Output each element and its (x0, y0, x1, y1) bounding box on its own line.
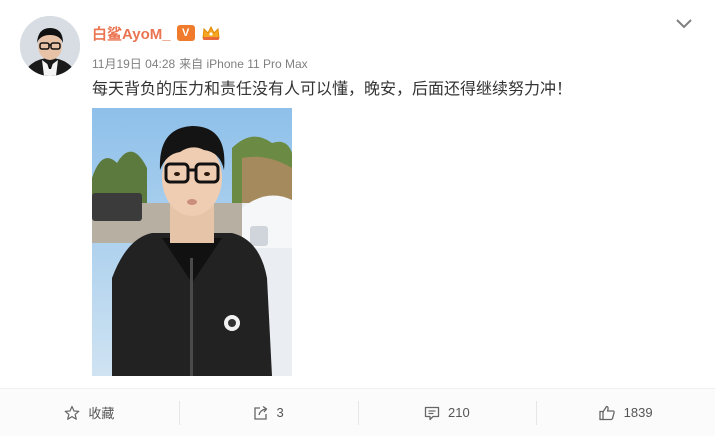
crown-icon[interactable] (201, 25, 221, 41)
share-icon (253, 405, 269, 421)
favorite-button[interactable]: 收藏 (0, 389, 179, 436)
repost-count: 3 (276, 405, 284, 420)
like-button[interactable]: 1839 (536, 389, 715, 436)
comment-icon (424, 405, 440, 421)
post-image[interactable] (92, 108, 292, 376)
vip-badge-icon[interactable]: V (176, 25, 195, 41)
repost-button[interactable]: 3 (178, 389, 358, 436)
like-count: 1839 (623, 405, 653, 420)
weibo-post-card: 白鲨AyoM_ V 11月19日 04:28 来自 iPhone 11 Pro … (0, 0, 715, 436)
avatar[interactable] (20, 16, 80, 76)
favorite-label: 收藏 (88, 406, 115, 421)
comment-button[interactable]: 210 (357, 389, 537, 436)
user-row: 白鲨AyoM_ V (92, 22, 221, 44)
post-source: 来自 iPhone 11 Pro Max (179, 57, 308, 71)
thumbs-up-icon (599, 405, 616, 421)
chevron-down-icon[interactable] (674, 16, 694, 32)
star-icon (64, 405, 80, 421)
username-link[interactable]: 白鲨AyoM_ (92, 23, 171, 44)
post-timestamp[interactable]: 11月19日 04:28 (92, 55, 175, 72)
post-meta: 11月19日 04:28 来自 iPhone 11 Pro Max (92, 55, 308, 72)
action-bar: 收藏 3 210 1839 (0, 388, 715, 436)
comment-count: 210 (448, 405, 470, 420)
post-text: 每天背负的压力和责任没有人可以懂，晚安，后面还得继续努力冲！ (92, 79, 573, 98)
